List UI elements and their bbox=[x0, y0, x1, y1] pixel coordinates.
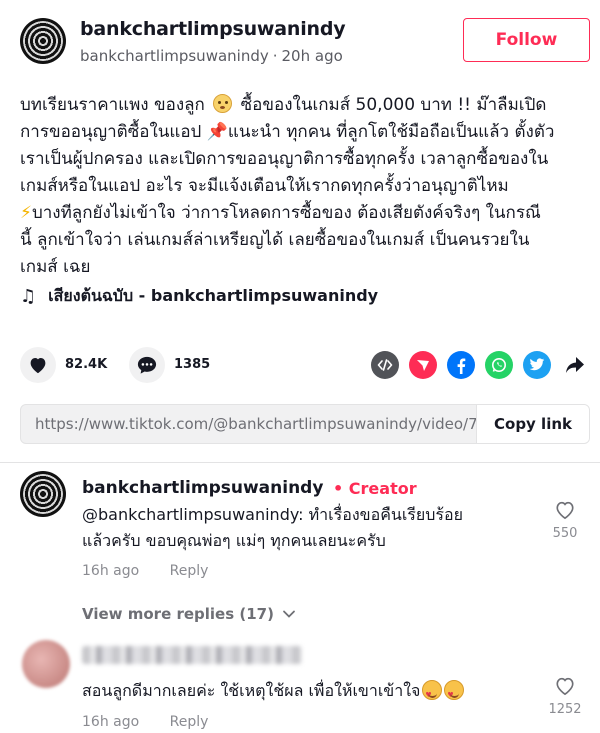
caption-line: เกมส์ เฉย bbox=[20, 257, 91, 277]
send-icon[interactable] bbox=[409, 351, 437, 379]
view-more-label: View more replies (17) bbox=[82, 605, 274, 623]
facebook-icon[interactable] bbox=[447, 351, 475, 379]
author-avatar[interactable] bbox=[20, 18, 66, 64]
embed-icon[interactable] bbox=[371, 351, 399, 379]
comment-text-line: แล้วครับ ขอบคุณพ่อๆ แม่ๆ ทุกคนเลยนะครับ bbox=[82, 531, 386, 550]
author-handle: bankchartlimpsuwanindy bbox=[80, 47, 269, 65]
comment-button[interactable] bbox=[129, 347, 165, 383]
caption-line: บทเรียนราคาแพง ของลูก bbox=[20, 95, 205, 115]
comment-meta: 16h ago Reply bbox=[82, 563, 208, 579]
author-subtitle: bankchartlimpsuwanindy · 20h ago bbox=[80, 47, 343, 65]
whatsapp-icon[interactable] bbox=[485, 351, 513, 379]
comment-text-line: สอนลูกดีมากเลยค่ะ ใช้เหตุใช้ผล เพื่อให้เ… bbox=[82, 681, 421, 700]
smiling-hearts-emoji-icon bbox=[422, 680, 443, 708]
music-note-icon: ♫ bbox=[20, 286, 37, 307]
caption-line: เราเป็นผู้ปกครอง และเปิดการขออนุญาติการซ… bbox=[20, 149, 549, 169]
comment-count: 1385 bbox=[174, 357, 211, 372]
section-divider bbox=[0, 462, 600, 463]
caption-line: บางทีลูกยังไม่เข้าใจ ว่าการโหลดการซื้อขอ… bbox=[31, 203, 541, 223]
sound-title: เสียงต้นฉบับ - bankchartlimpsuwanindy bbox=[48, 286, 379, 305]
comment-like[interactable]: 550 bbox=[545, 500, 585, 541]
follow-button[interactable]: Follow bbox=[463, 18, 590, 62]
like-button[interactable] bbox=[20, 347, 56, 383]
caption-line: นี้ ลูกเข้าใจว่า เล่นเกมส์ล่าเหรียญได้ เ… bbox=[20, 230, 530, 250]
share-arrow-icon[interactable] bbox=[561, 351, 589, 379]
reply-button[interactable]: Reply bbox=[170, 563, 209, 579]
comment-text: @bankchartlimpsuwanindy: ทำเรื่องขอคืนเร… bbox=[82, 502, 463, 554]
smiling-hearts-emoji-icon bbox=[444, 680, 465, 708]
commenter-name[interactable]: bankchartlimpsuwanindy bbox=[82, 478, 323, 498]
commenter-avatar[interactable] bbox=[20, 471, 66, 517]
author-name[interactable]: bankchartlimpsuwanindy bbox=[80, 18, 346, 40]
post-caption: บทเรียนราคาแพง ของลูก ซื้อของในเกมส์ 50,… bbox=[20, 92, 585, 281]
comment-like-count: 1252 bbox=[548, 702, 582, 717]
caption-line: การขออนุญาติซื้อในแอป bbox=[20, 122, 202, 142]
sound-link[interactable]: ♫ เสียงต้นฉบับ - bankchartlimpsuwanindy bbox=[20, 284, 378, 309]
like-count: 82.4K bbox=[65, 357, 108, 372]
creator-badge: • Creator bbox=[333, 479, 417, 498]
reply-button[interactable]: Reply bbox=[170, 714, 209, 730]
heart-icon bbox=[30, 358, 46, 374]
commenter-avatar-blurred[interactable] bbox=[22, 640, 70, 688]
view-more-replies-button[interactable]: View more replies (17) bbox=[82, 605, 296, 623]
caption-line: ซื้อของในเกมส์ 50,000 บาท !! ม๊าลืมเปิด bbox=[240, 95, 547, 115]
comment-time: 16h ago bbox=[82, 563, 140, 579]
comment-meta: 16h ago Reply bbox=[82, 714, 208, 730]
comment-time: 16h ago bbox=[82, 714, 140, 730]
share-link-box: https://www.tiktok.com/@bankchartlimpsuw… bbox=[20, 404, 590, 444]
caption-line: เกมส์หรือในแอป อะไร จะมีแจ้งเตือนให้เราก… bbox=[20, 176, 509, 196]
creator-badge-label: Creator bbox=[348, 479, 417, 498]
twitter-icon[interactable] bbox=[523, 351, 551, 379]
caption-line: แนะนำ ทุกคน ที่ลูกโตใช้มือถือเป็นแล้ว ตั… bbox=[227, 122, 555, 142]
comment-text-line: @bankchartlimpsuwanindy: ทำเรื่องขอคืนเร… bbox=[82, 505, 463, 524]
commenter-name-blurred[interactable] bbox=[82, 646, 302, 664]
heart-outline-icon[interactable] bbox=[554, 676, 576, 696]
comment-like-count: 550 bbox=[552, 526, 578, 541]
chevron-down-icon bbox=[283, 610, 295, 618]
lightning-emoji-icon: ⚡ bbox=[20, 203, 32, 223]
pushpin-emoji-icon: 📌 bbox=[206, 122, 228, 142]
post-time: 20h ago bbox=[281, 47, 343, 65]
worried-face-emoji-icon bbox=[213, 94, 233, 113]
copy-link-button[interactable]: Copy link bbox=[476, 405, 589, 443]
comment-icon bbox=[137, 356, 157, 374]
comment-like[interactable]: 1252 bbox=[545, 676, 585, 717]
share-link-url[interactable]: https://www.tiktok.com/@bankchartlimpsuw… bbox=[21, 415, 476, 433]
comment-text: สอนลูกดีมากเลยค่ะ ใช้เหตุใช้ผล เพื่อให้เ… bbox=[82, 678, 465, 708]
heart-outline-icon[interactable] bbox=[554, 500, 576, 520]
